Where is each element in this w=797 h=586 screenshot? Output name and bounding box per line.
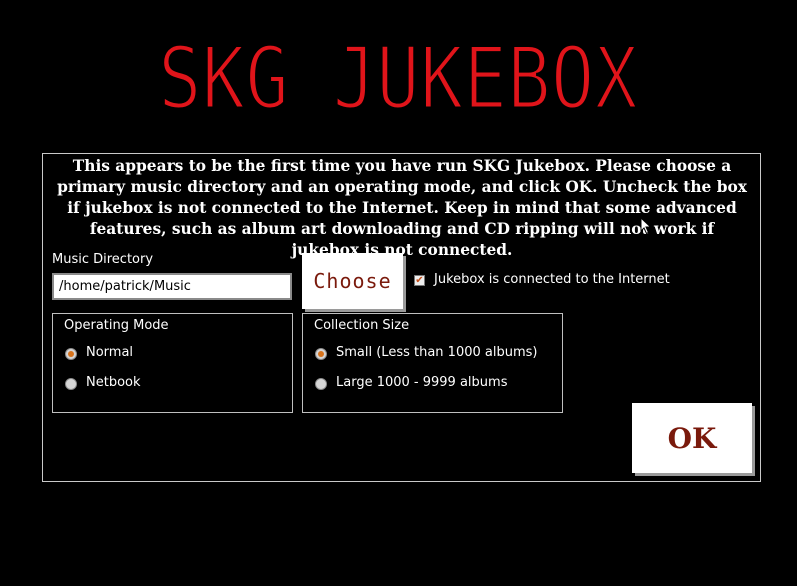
operating-mode-title: Operating Mode — [64, 318, 169, 333]
ok-button[interactable]: OK — [632, 403, 752, 473]
radio-normal-label: Normal — [86, 345, 134, 360]
music-directory-label: Music Directory — [52, 252, 154, 267]
choose-button[interactable]: Choose — [302, 253, 403, 309]
intro-text: This appears to be the first time you ha… — [57, 157, 747, 259]
collection-size-title: Collection Size — [314, 318, 410, 333]
app-title: SKG JUKEBOX — [157, 32, 640, 118]
music-directory-input[interactable] — [52, 273, 292, 300]
internet-checkbox[interactable]: ✔ — [414, 275, 425, 286]
radio-netbook[interactable] — [65, 378, 77, 390]
radio-large[interactable] — [315, 378, 327, 390]
radio-small[interactable] — [315, 348, 327, 360]
radio-normal[interactable] — [65, 348, 77, 360]
checkmark-icon: ✔ — [415, 275, 424, 286]
radio-netbook-label: Netbook — [86, 375, 141, 390]
mouse-cursor-icon — [640, 217, 652, 235]
collection-size-group: Collection Size Small (Less than 1000 al… — [302, 313, 563, 413]
internet-checkbox-label: Jukebox is connected to the Internet — [434, 272, 670, 287]
radio-small-label: Small (Less than 1000 albums) — [336, 345, 538, 360]
radio-large-label: Large 1000 - 9999 albums — [336, 375, 508, 390]
app-title-text: SKG JUKEBOX — [158, 32, 638, 118]
operating-mode-group: Operating Mode Normal Netbook — [52, 313, 293, 413]
